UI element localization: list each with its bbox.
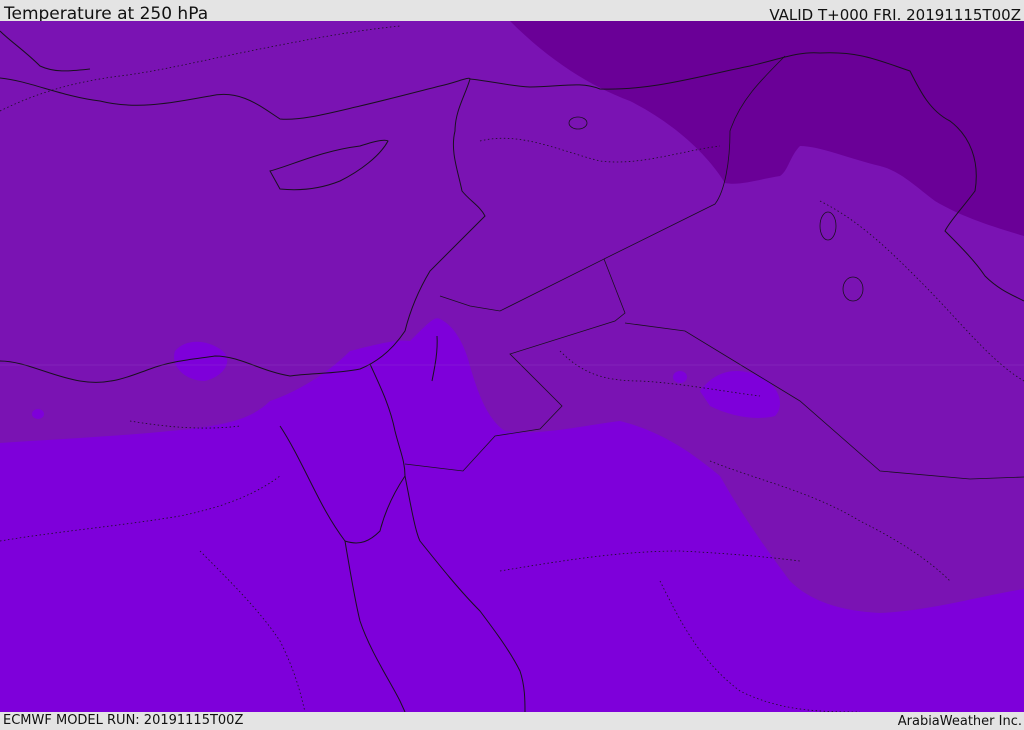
credit-text: ArabiaWeather Inc.: [897, 714, 1022, 729]
weather-map: [0, 21, 1024, 712]
map-canvas: [0, 21, 1024, 712]
header-bar: Temperature at 250 hPa VALID T+000 FRI. …: [0, 0, 1024, 24]
temperature-patch-light: [32, 409, 44, 419]
temperature-patch-light: [673, 371, 687, 383]
model-run: ECMWF MODEL RUN: 20191115T00Z: [3, 713, 244, 728]
footer-bar: ECMWF MODEL RUN: 20191115T00Z ArabiaWeat…: [0, 712, 1024, 729]
